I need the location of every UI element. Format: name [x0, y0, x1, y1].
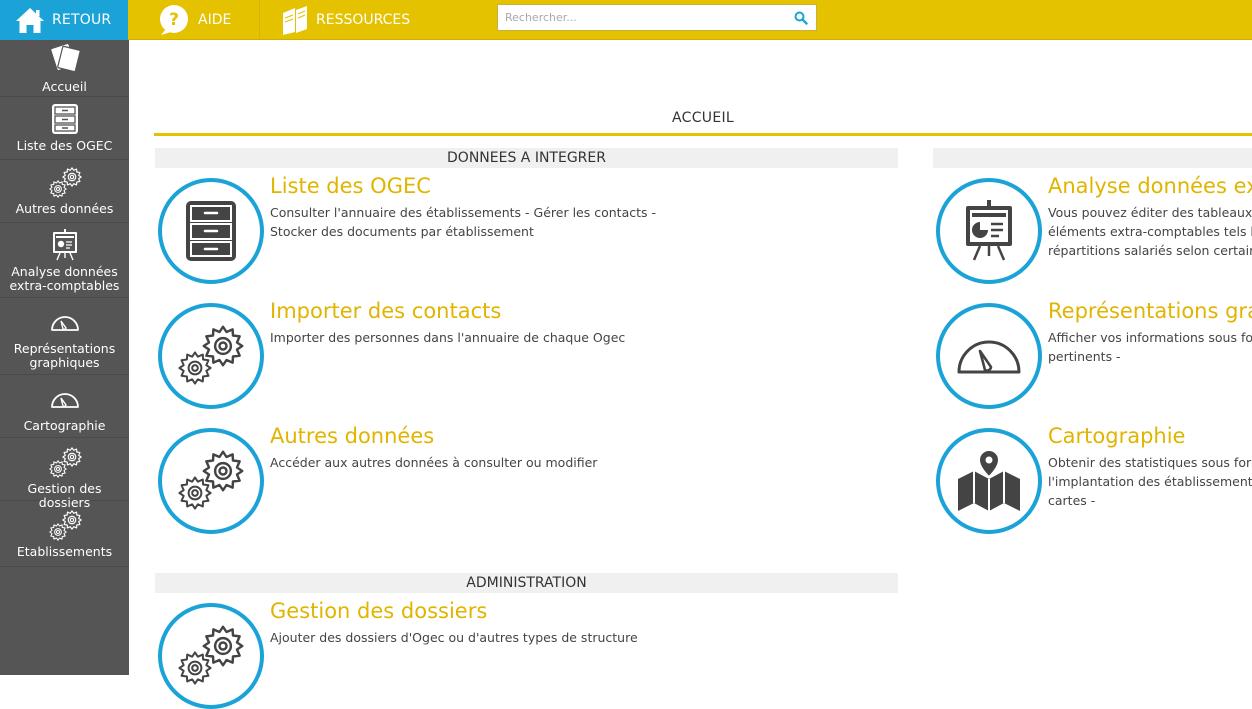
card-description-line: Vous pouvez éditer des tableaux c: [1048, 205, 1252, 220]
ressources-button[interactable]: RESSOURCES: [280, 0, 410, 40]
title-divider: [154, 133, 1252, 136]
section-header-integrer: DONNEES A INTEGRER: [155, 148, 898, 168]
card-description-line: l'implantation des établissements: [1048, 474, 1252, 489]
sidebar-item-label: Liste des OGEC: [16, 138, 113, 153]
books-icon: [283, 6, 307, 35]
home-icon: [16, 8, 44, 33]
card-icon-button[interactable]: [936, 178, 1042, 284]
card-description: Accéder aux autres données à consulter o…: [270, 453, 670, 472]
card-description: Ajouter des dossiers d'Ogec ou d'autres …: [270, 628, 670, 647]
card-description-line: Consulter l'annuaire des établissements …: [270, 205, 656, 220]
sidebar-item-label: Analyse données extra-comptables: [9, 264, 120, 293]
gears-icon: [48, 447, 82, 478]
card-icon-button[interactable]: [158, 603, 264, 709]
card-icon-button[interactable]: [158, 428, 264, 534]
card-title[interactable]: Analyse données extr: [1048, 174, 1252, 198]
search-box: [497, 4, 817, 31]
sidebar-item-cartographie[interactable]: Cartographie: [0, 375, 129, 438]
gears-icon: [48, 167, 82, 198]
gears-icon: [178, 450, 244, 510]
aide-button[interactable]: ? AIDE: [158, 0, 231, 40]
sidebar-item-label: Etablissements: [16, 544, 113, 559]
section-header-administration: ADMINISTRATION: [155, 573, 898, 593]
card-title[interactable]: Importer des contacts: [270, 299, 501, 323]
card-description: Consulter l'annuaire des établissements …: [270, 203, 670, 241]
svg-text:?: ?: [169, 10, 179, 30]
gauge-icon: [957, 340, 1021, 374]
sidebar-item-autres-donnees[interactable]: Autres données: [0, 160, 129, 223]
card-icon-button[interactable]: [936, 303, 1042, 409]
sidebar-item-representations[interactable]: Représentations graphiques: [0, 298, 129, 375]
presentation-icon: [52, 229, 77, 261]
card-description-line: Importer des personnes dans l'annuaire d…: [270, 330, 626, 345]
retour-label: RETOUR: [52, 12, 112, 28]
sidebar-item-analyse[interactable]: Analyse données extra-comptables: [0, 223, 129, 298]
card-icon-button[interactable]: [158, 178, 264, 284]
section-header-right: [933, 148, 1252, 168]
top-bar: RETOUR ? AIDE RESSOURCES: [0, 0, 1252, 40]
sidebar-item-label: Accueil: [42, 79, 87, 94]
card-description: Obtenir des statistiques sous form l'imp…: [1048, 453, 1252, 510]
sidebar-item-label: Représentations graphiques: [13, 341, 116, 370]
aide-label: AIDE: [198, 12, 232, 28]
gears-icon: [178, 325, 244, 385]
cabinet-icon: [51, 104, 78, 134]
card-description-line: éléments extra-comptables tels le: [1048, 224, 1252, 239]
card-description-line: cartes -: [1048, 493, 1096, 508]
card-description-line: pertinents -: [1048, 349, 1121, 364]
card-description-line: répartitions salariés selon certains: [1048, 243, 1252, 258]
card-description: Importer des personnes dans l'annuaire d…: [270, 328, 670, 347]
ressources-label: RESSOURCES: [316, 12, 411, 28]
sidebar-item-accueil[interactable]: Accueil: [0, 40, 129, 97]
page-title: ACCUEIL: [671, 110, 734, 126]
card-icon-button[interactable]: [158, 303, 264, 409]
search-icon[interactable]: [794, 11, 808, 25]
gauge-icon: [50, 316, 79, 331]
nav-separator: [259, 0, 260, 40]
cabinet-icon: [186, 201, 236, 261]
card-description-line: Accéder aux autres données à consulter o…: [270, 455, 598, 470]
card-title[interactable]: Gestion des dossiers: [270, 599, 487, 623]
help-icon: ?: [160, 5, 188, 35]
sidebar-item-etablissements[interactable]: Etablissements: [0, 501, 129, 567]
gears-icon: [178, 625, 244, 685]
sidebar-item-label: Autres données: [15, 201, 114, 216]
card-title[interactable]: Liste des OGEC: [270, 174, 431, 198]
card-description-line: Stocker des documents par établissement: [270, 224, 534, 239]
gauge-icon: [50, 393, 79, 408]
sidebar-item-liste-ogec[interactable]: Liste des OGEC: [0, 97, 129, 160]
card-description-line: Obtenir des statistiques sous form: [1048, 455, 1252, 470]
card-description-line: Ajouter des dossiers d'Ogec ou d'autres …: [270, 630, 638, 645]
sidebar-item-gestion-dossiers[interactable]: Gestion des dossiers: [0, 438, 129, 510]
sidebar: Accueil Liste des OGEC Autres données An…: [0, 40, 129, 675]
card-title[interactable]: Représentations grap: [1048, 299, 1252, 323]
card-description-line: Afficher vos informations sous for: [1048, 330, 1252, 345]
retour-button[interactable]: RETOUR: [0, 0, 128, 40]
gears-icon: [48, 510, 82, 541]
cards-icon: [50, 44, 81, 72]
card-icon-button[interactable]: [936, 428, 1042, 534]
card-title[interactable]: Cartographie: [1048, 424, 1185, 448]
card-description: Vous pouvez éditer des tableaux c élémen…: [1048, 203, 1252, 260]
sidebar-item-label: Cartographie: [23, 418, 106, 433]
card-description: Afficher vos informations sous for perti…: [1048, 328, 1252, 366]
card-title[interactable]: Autres données: [270, 424, 434, 448]
map-icon: [958, 449, 1020, 511]
presentation-icon: [966, 200, 1012, 261]
search-input[interactable]: [498, 5, 789, 30]
